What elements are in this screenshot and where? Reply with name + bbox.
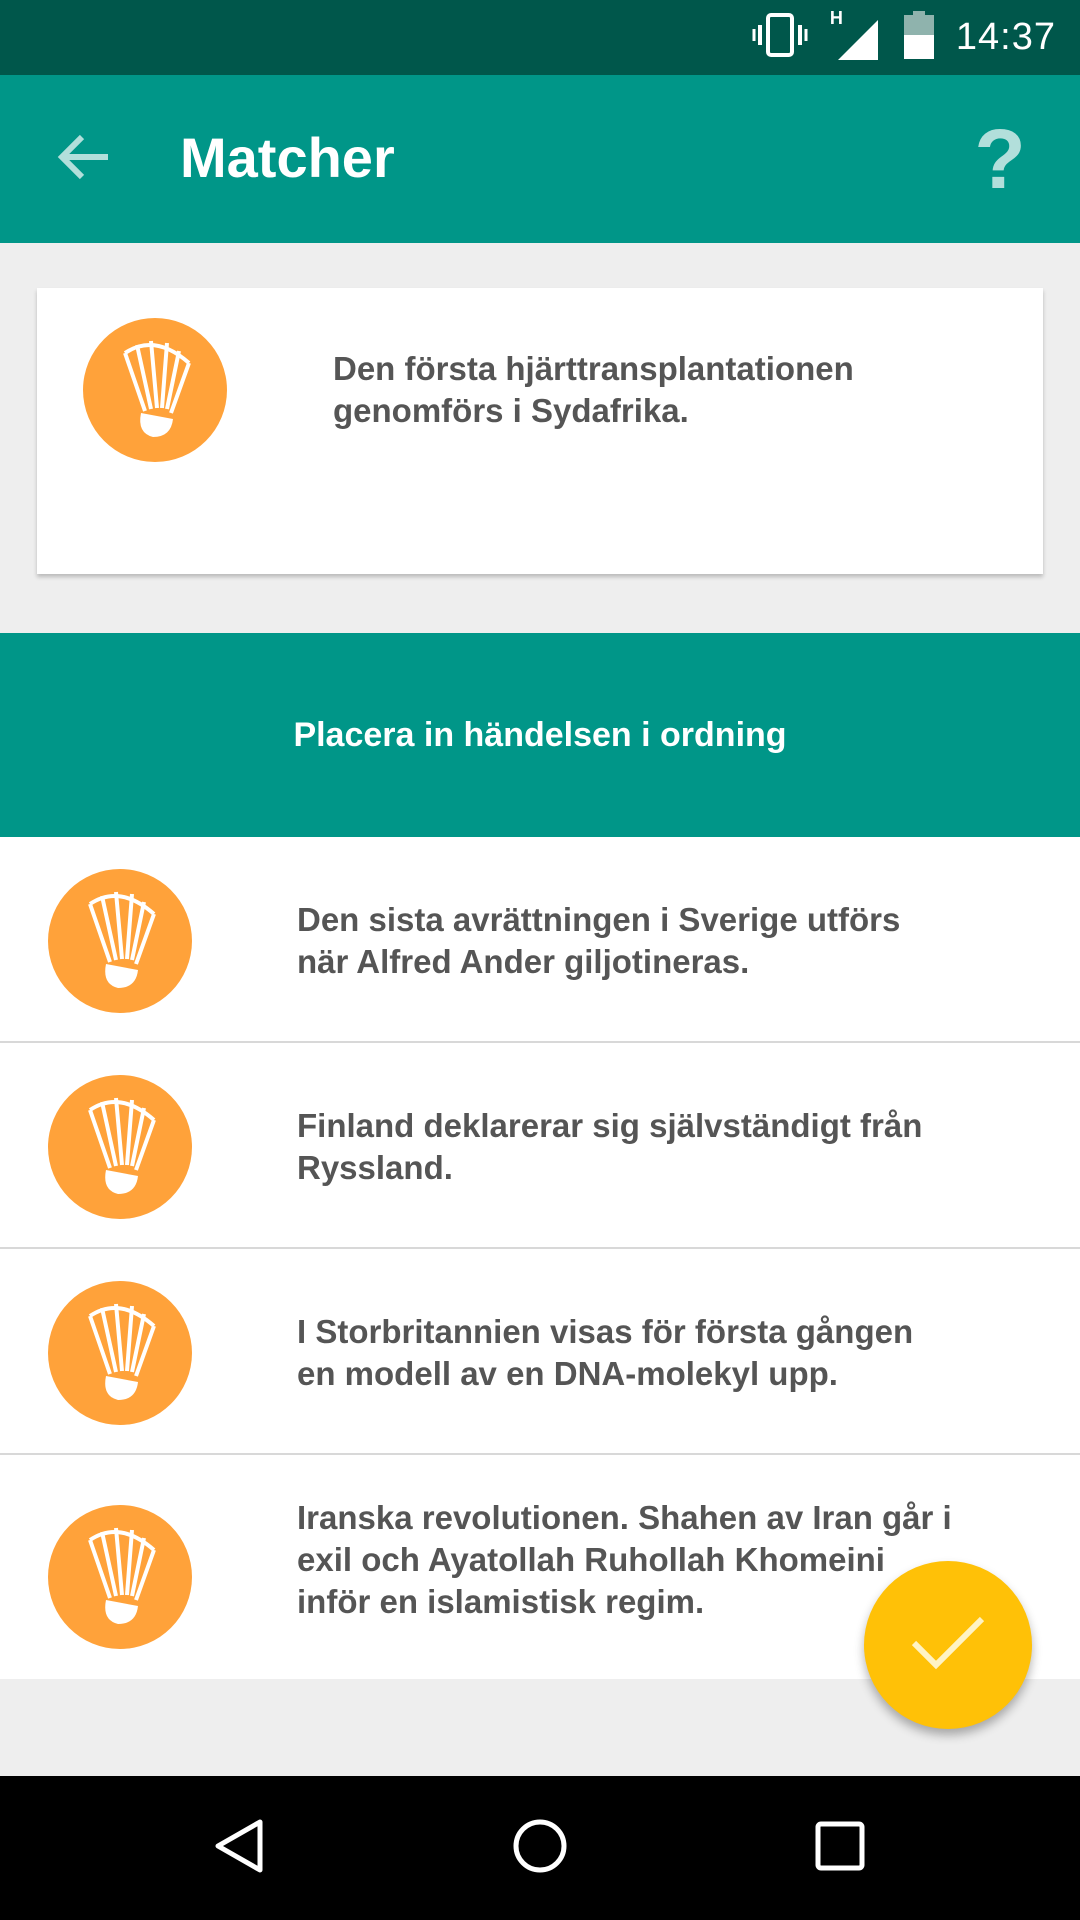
- shuttlecock-icon: [80, 1296, 160, 1411]
- nav-recents-button[interactable]: [790, 1806, 890, 1890]
- event-badge: [48, 869, 192, 1013]
- back-button[interactable]: [40, 119, 128, 199]
- event-card-text: Den första hjärttransplantationen genomf…: [333, 350, 854, 429]
- event-badge: [83, 318, 227, 462]
- event-badge: [48, 1075, 192, 1219]
- nav-home-button[interactable]: [490, 1806, 590, 1890]
- list-item-text: Finland deklarerar sig självständigt frå…: [297, 1107, 923, 1186]
- signal-icon: H: [830, 8, 882, 62]
- status-icons: H 14:37: [752, 0, 1056, 75]
- nav-back-button[interactable]: [190, 1806, 290, 1890]
- square-recents-icon: [810, 1816, 870, 1881]
- status-time: 14:37: [955, 16, 1056, 58]
- list-item[interactable]: Den sista avrättningen i Sverige utförs …: [0, 837, 1080, 1043]
- status-bar: H 14:37: [0, 0, 1080, 75]
- confirm-button[interactable]: [864, 1561, 1032, 1729]
- instruction-header: Placera in händelsen i ordning: [0, 633, 1080, 837]
- list-item-text: Iranska revolutionen. Shahen av Iran går…: [297, 1499, 952, 1620]
- vibrate-icon: [752, 13, 808, 62]
- instruction-text: Placera in händelsen i ordning: [293, 715, 787, 754]
- help-button[interactable]: ?: [960, 111, 1040, 207]
- list-item[interactable]: Finland deklarerar sig självständigt frå…: [0, 1043, 1080, 1249]
- shuttlecock-icon: [80, 1520, 160, 1635]
- event-card: Den första hjärttransplantationen genomf…: [37, 288, 1043, 574]
- event-list: Den sista avrättningen i Sverige utförs …: [0, 837, 1080, 1679]
- shuttlecock-icon: [80, 884, 160, 999]
- arrow-left-icon: [56, 133, 112, 186]
- shuttlecock-icon: [80, 1090, 160, 1205]
- checkmark-icon: [908, 1613, 988, 1678]
- list-item[interactable]: I Storbritannien visas för första gången…: [0, 1249, 1080, 1455]
- screen: H 14:37 Matcher ? Den första hjärttransp…: [0, 0, 1080, 1920]
- circle-home-icon: [510, 1816, 570, 1881]
- event-badge: [48, 1505, 192, 1649]
- list-item-text: I Storbritannien visas för första gången…: [297, 1313, 914, 1392]
- battery-icon: [903, 11, 934, 64]
- list-item-text: Den sista avrättningen i Sverige utförs …: [297, 901, 901, 980]
- navigation-bar: [0, 1776, 1080, 1920]
- app-bar: Matcher ?: [0, 75, 1080, 243]
- page-title: Matcher: [180, 126, 395, 189]
- event-badge: [48, 1281, 192, 1425]
- triangle-back-icon: [210, 1816, 270, 1881]
- shuttlecock-icon: [115, 333, 195, 448]
